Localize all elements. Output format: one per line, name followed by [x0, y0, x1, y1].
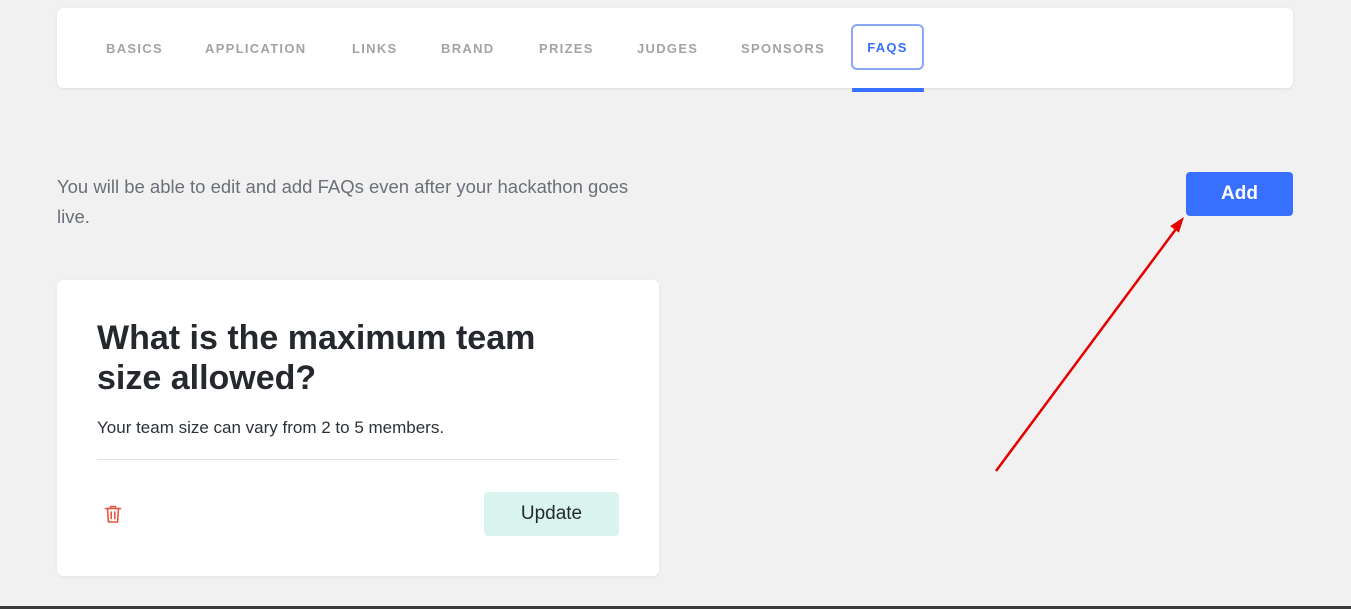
tab-application[interactable]: APPLICATION: [205, 41, 306, 56]
tab-basics[interactable]: BASICS: [106, 41, 163, 56]
tab-brand[interactable]: BRAND: [441, 41, 494, 56]
tab-bar: BASICS APPLICATION LINKS BRAND PRIZES JU…: [57, 8, 1293, 92]
tab-sponsors[interactable]: SPONSORS: [741, 41, 825, 56]
trash-icon: [104, 505, 122, 523]
tab-judges[interactable]: JUDGES: [637, 41, 698, 56]
update-faq-button[interactable]: Update: [484, 492, 619, 536]
tab-faqs[interactable]: FAQS: [851, 24, 924, 70]
faq-card: What is the maximum team size allowed? Y…: [57, 280, 659, 576]
tab-links[interactable]: LINKS: [352, 41, 398, 56]
add-faq-button[interactable]: Add: [1186, 172, 1293, 216]
active-tab-indicator: [852, 88, 924, 92]
faq-intro-text: You will be able to edit and add FAQs ev…: [57, 176, 629, 227]
faq-question: What is the maximum team size allowed?: [97, 319, 536, 397]
page: BASICS APPLICATION LINKS BRAND PRIZES JU…: [0, 0, 1351, 609]
delete-faq-button[interactable]: [101, 502, 125, 526]
faq-answer: Your team size can vary from 2 to 5 memb…: [97, 418, 445, 437]
divider: [97, 459, 619, 460]
tab-prizes[interactable]: PRIZES: [539, 41, 594, 56]
